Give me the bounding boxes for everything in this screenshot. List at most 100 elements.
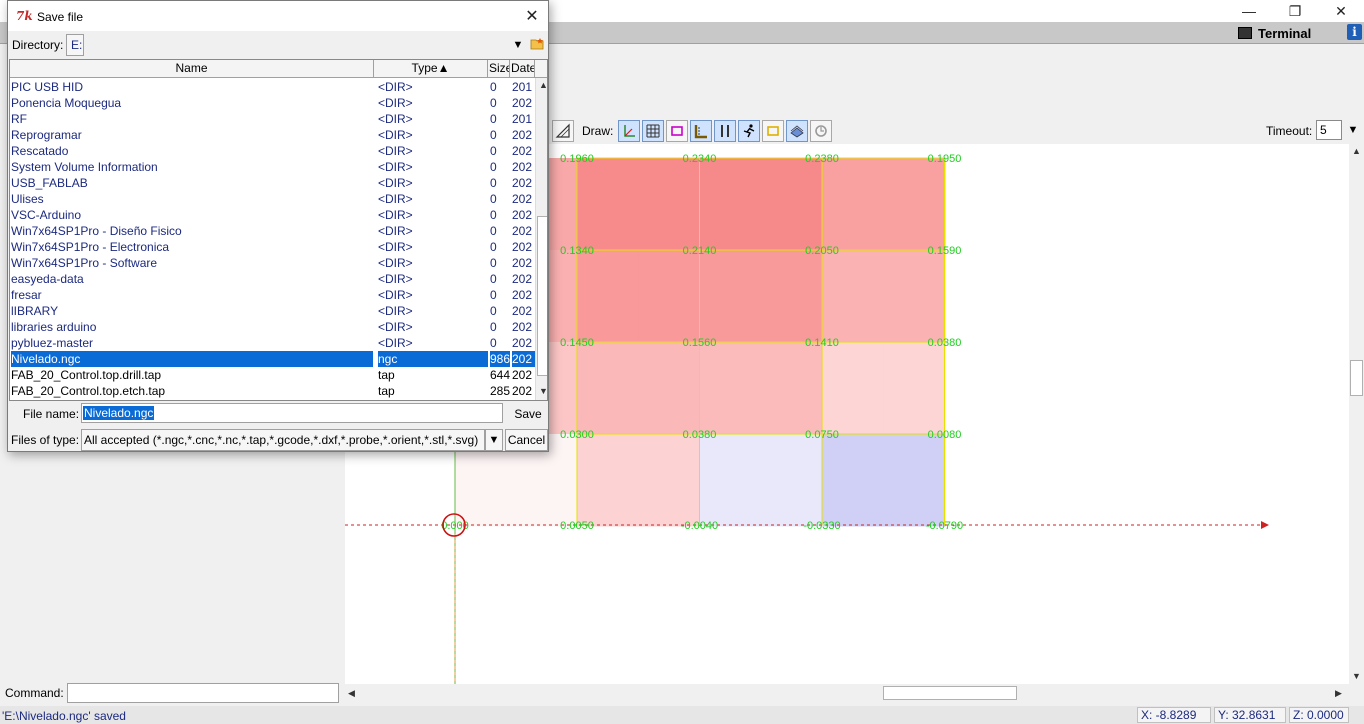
- file-type-cell: <DIR>: [378, 336, 413, 350]
- files-of-type-select[interactable]: All accepted (*.ngc,*.cnc,*.nc,*.tap,*.g…: [81, 429, 485, 451]
- axes-icon[interactable]: [618, 120, 640, 142]
- file-type-cell: <DIR>: [378, 256, 413, 270]
- rapid-motion-icon[interactable]: [762, 120, 784, 142]
- file-size-cell: 0: [490, 96, 497, 110]
- grid-icon[interactable]: [642, 120, 664, 142]
- file-row[interactable]: Ulises <DIR> 0 202: [10, 191, 535, 207]
- file-row[interactable]: Win7x64SP1Pro - Diseño Fisico <DIR> 0 202: [10, 223, 535, 239]
- file-row[interactable]: VSC-Arduino <DIR> 0 202: [10, 207, 535, 223]
- file-list[interactable]: Name Type▲ Size Date PIC USB HID <DIR> 0 20…: [9, 59, 548, 401]
- file-row[interactable]: FAB_20_Control.top.etch.tap tap 285 202: [10, 383, 535, 399]
- file-date-cell: 202: [512, 96, 533, 110]
- status-message: 'E:\Nivelado.ngc' saved: [2, 709, 126, 723]
- workarea-icon[interactable]: [714, 120, 736, 142]
- file-name-cell: RF: [11, 112, 27, 126]
- file-name-cell: FAB_20_Control.top.drill.tap: [11, 368, 162, 382]
- minimize-button[interactable]: —: [1226, 0, 1272, 22]
- probe-value-label: 0.1960: [560, 153, 594, 165]
- file-date-cell: 201: [512, 112, 533, 126]
- file-size-cell: 0: [490, 240, 497, 254]
- file-row[interactable]: System Volume Information <DIR> 0 202: [10, 159, 535, 175]
- cancel-button[interactable]: Cancel: [505, 429, 548, 451]
- measure-icon[interactable]: [552, 120, 574, 142]
- refresh-icon[interactable]: [810, 120, 832, 142]
- file-row[interactable]: Win7x64SP1Pro - Software <DIR> 0 202: [10, 255, 535, 271]
- probe-value-label: 0.0380: [683, 429, 717, 441]
- file-size-cell: 0: [490, 80, 497, 94]
- file-list-scrollbar[interactable]: ▲ ▼: [535, 78, 547, 400]
- file-row[interactable]: Nivelado.ngc ngc 986 202: [10, 351, 536, 367]
- horizontal-scrollbar[interactable]: ◀ ▶: [345, 684, 1349, 702]
- info-icon[interactable]: i: [1347, 24, 1362, 40]
- column-header-name[interactable]: Name: [10, 60, 374, 78]
- file-type-cell: <DIR>: [378, 240, 413, 254]
- file-type-cell: <DIR>: [378, 144, 413, 158]
- column-header-date[interactable]: Date: [510, 60, 535, 78]
- file-name-input[interactable]: Nivelado.ngc: [81, 403, 503, 423]
- file-type-cell: <DIR>: [378, 176, 413, 190]
- file-row[interactable]: Rescatado <DIR> 0 202: [10, 143, 535, 159]
- restore-button[interactable]: ❐: [1272, 0, 1318, 22]
- control-pane: [0, 452, 345, 682]
- file-name-cell: System Volume Information: [11, 160, 158, 174]
- file-size-cell: 0: [490, 176, 497, 190]
- ruler-icon[interactable]: [690, 120, 712, 142]
- probe-value-label: -0.0040: [681, 520, 718, 532]
- file-name-cell: lIBRARY: [11, 304, 59, 318]
- heatmap-cell: [883, 388, 946, 435]
- file-date-cell: 202: [512, 320, 533, 334]
- margins-icon[interactable]: [666, 120, 688, 142]
- file-row[interactable]: fresar <DIR> 0 202: [10, 287, 535, 303]
- file-date-cell: 202: [512, 176, 533, 190]
- file-type-cell: <DIR>: [378, 288, 413, 302]
- file-type-cell: <DIR>: [378, 160, 413, 174]
- chevron-down-icon[interactable]: ▼: [1344, 120, 1362, 140]
- close-icon[interactable]: ✕: [516, 5, 548, 27]
- heatmap-cell: [577, 388, 640, 435]
- run-path-icon[interactable]: [738, 120, 760, 142]
- file-row[interactable]: libraries arduino <DIR> 0 202: [10, 319, 535, 335]
- command-input[interactable]: [67, 683, 339, 703]
- file-row[interactable]: Reprogramar <DIR> 0 202: [10, 127, 535, 143]
- file-name-cell: Win7x64SP1Pro - Software: [11, 256, 158, 270]
- tab-terminal[interactable]: Terminal: [1238, 24, 1311, 42]
- chevron-down-icon[interactable]: ▼: [485, 429, 503, 451]
- close-window-button[interactable]: ✕: [1318, 0, 1364, 22]
- heatmap-cell: [577, 296, 640, 343]
- file-date-cell: 202: [512, 256, 533, 270]
- file-date-cell: 202: [512, 240, 533, 254]
- files-of-type-label: Files of type:: [11, 433, 80, 447]
- file-row[interactable]: USB_FABLAB <DIR> 0 202: [10, 175, 535, 191]
- heatmap-cell: [822, 204, 885, 251]
- file-row[interactable]: Ponencia Moquegua <DIR> 0 202: [10, 95, 535, 111]
- layers-icon[interactable]: [786, 120, 808, 142]
- heatmap-cell: [700, 204, 762, 251]
- draw-label: Draw:: [582, 124, 614, 138]
- vertical-scrollbar[interactable]: ▲ ▼: [1349, 144, 1364, 684]
- file-row[interactable]: PIC USB HID <DIR> 0 201: [10, 79, 535, 95]
- directory-select[interactable]: E:: [66, 34, 84, 56]
- file-row[interactable]: FAB_20_Control.top.drill.tap tap 644 202: [10, 367, 535, 383]
- new-folder-icon[interactable]: [529, 35, 547, 53]
- file-name-cell: libraries arduino: [11, 320, 97, 334]
- probe-value-label: 0.2050: [805, 245, 839, 257]
- column-header-type[interactable]: Type▲: [374, 60, 488, 78]
- probe-value-label: 0.1950: [928, 153, 962, 165]
- file-size-cell: 0: [490, 256, 497, 270]
- file-row[interactable]: lIBRARY <DIR> 0 202: [10, 303, 535, 319]
- file-date-cell: 202: [512, 272, 533, 286]
- file-type-cell: <DIR>: [378, 272, 413, 286]
- column-header-size[interactable]: Size: [488, 60, 510, 78]
- file-name-value: Nivelado.ngc: [83, 406, 155, 420]
- file-row[interactable]: easyeda-data <DIR> 0 202: [10, 271, 535, 287]
- file-row[interactable]: RF <DIR> 0 201: [10, 111, 535, 127]
- save-button[interactable]: Save: [509, 403, 547, 425]
- timeout-input[interactable]: 5: [1316, 120, 1342, 140]
- file-name-cell: Ulises: [11, 192, 44, 206]
- directory-label: Directory:: [12, 38, 64, 52]
- file-row[interactable]: pybluez-master <DIR> 0 202: [10, 335, 535, 351]
- chevron-down-icon[interactable]: ▼: [509, 36, 527, 54]
- file-name-cell: Ponencia Moquegua: [11, 96, 122, 110]
- file-type-cell: <DIR>: [378, 224, 413, 238]
- file-row[interactable]: Win7x64SP1Pro - Electronica <DIR> 0 202: [10, 239, 535, 255]
